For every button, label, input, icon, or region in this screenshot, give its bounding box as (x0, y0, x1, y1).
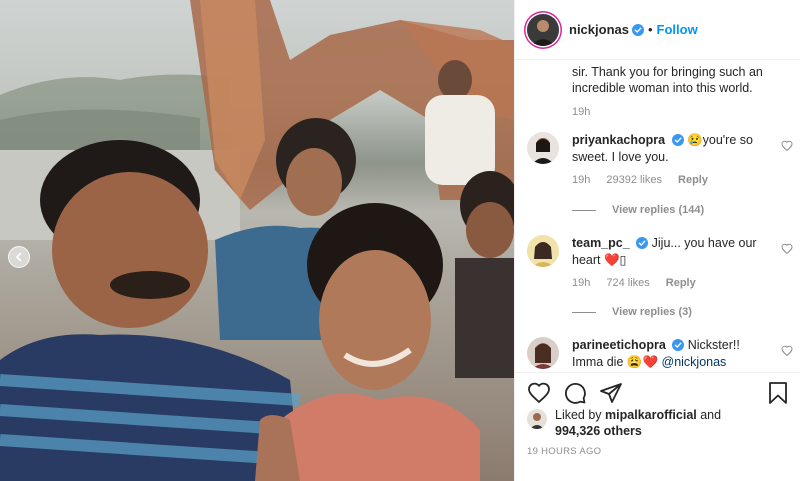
verified-badge-icon (672, 339, 685, 351)
comment-text-line-1: Jiju... you have our (651, 236, 757, 250)
likes-text: Liked by mipalkarofficial and 994,326 ot… (555, 407, 795, 439)
bookmark-icon[interactable] (767, 381, 789, 405)
verified-badge-icon (671, 134, 684, 146)
view-replies-label: View replies (144) (612, 204, 705, 216)
share-icon[interactable] (599, 381, 623, 405)
comment-text-line-1: 😢you're so (687, 133, 753, 147)
liked-by-others[interactable]: 994,326 others (555, 424, 642, 438)
comment-username[interactable]: parineetichopra (572, 338, 666, 352)
commenter-avatar[interactable] (527, 132, 559, 164)
reply-button[interactable]: Reply (666, 277, 696, 289)
comment-icon[interactable] (563, 381, 587, 405)
comment-text-line-2: heart ❤️▯ (572, 253, 627, 267)
comment-text-line-1: Nickster!! (687, 338, 740, 352)
liked-by-and: and (700, 408, 722, 422)
like-comment-heart-icon[interactable] (781, 243, 793, 255)
comments-list[interactable]: sir. Thank you for bringing such an incr… (515, 60, 800, 372)
post-actions-bar (515, 372, 800, 410)
comment-item: priyankachopra 😢you're so sweet. I love … (527, 132, 797, 232)
commenter-avatar[interactable] (527, 337, 559, 369)
comment-username[interactable]: priyankachopra (572, 133, 665, 147)
comment-item: parineetichopra Nickster!! Imma die 😩❤️ … (527, 337, 797, 372)
comment-text-line-2: sweet. I love you. (572, 150, 669, 164)
post-details-panel: nickjonas • Follow sir. Thank you for br… (514, 0, 800, 481)
comment-like-count[interactable]: 724 likes (606, 277, 649, 289)
reply-button[interactable]: Reply (678, 174, 708, 186)
like-comment-heart-icon[interactable] (781, 140, 793, 152)
view-replies-label: View replies (3) (612, 306, 692, 318)
comment-meta: 19h 724 likes Reply (572, 277, 696, 289)
post-header: nickjonas • Follow (515, 0, 800, 60)
comment-body: team_pc_ Jiju... you have our heart ❤️▯ (572, 235, 772, 269)
replies-divider-line (572, 209, 596, 211)
heart-icon[interactable] (527, 381, 551, 405)
verified-badge-icon (636, 237, 649, 249)
chevron-left-icon (16, 252, 22, 262)
like-comment-heart-icon[interactable] (781, 345, 793, 357)
mention-link[interactable]: @nickjonas (662, 355, 727, 369)
comment-meta: 19h 29392 likes Reply (572, 174, 708, 186)
liked-by-user[interactable]: mipalkarofficial (605, 408, 697, 422)
comment-body: priyankachopra 😢you're so sweet. I love … (572, 132, 772, 166)
author-avatar[interactable] (527, 13, 559, 46)
caption-line-2: incredible woman into this world. (572, 81, 753, 95)
liked-by-prefix: Liked by (555, 408, 602, 422)
verified-badge-icon (631, 23, 644, 36)
commenter-avatar[interactable] (527, 235, 559, 267)
photo-illustration (0, 0, 514, 481)
view-replies-button[interactable]: View replies (3) (572, 306, 692, 318)
comment-username[interactable]: team_pc_ (572, 236, 630, 250)
caption-line-1: sir. Thank you for bringing such an (572, 65, 763, 79)
comment-age: 19h (572, 277, 591, 289)
follow-button[interactable]: Follow (657, 22, 698, 37)
author-username[interactable]: nickjonas (569, 22, 629, 37)
comment-item: team_pc_ Jiju... you have our heart ❤️▯ … (527, 235, 797, 335)
liker-avatar[interactable] (527, 409, 547, 429)
comment-text-line-2: Imma die 😩❤️ (572, 355, 659, 369)
caption-age: 19h (572, 106, 591, 118)
replies-divider-line (572, 311, 596, 313)
post-photo[interactable] (0, 0, 514, 481)
comment-body: parineetichopra Nickster!! Imma die 😩❤️ … (572, 337, 772, 371)
comment-age: 19h (572, 174, 591, 186)
header-separator: • (647, 22, 653, 37)
comment-like-count[interactable]: 29392 likes (606, 174, 662, 186)
view-replies-button[interactable]: View replies (144) (572, 204, 704, 216)
previous-photo-button[interactable] (8, 246, 30, 268)
post-timestamp[interactable]: 19 HOURS AGO (527, 446, 601, 457)
